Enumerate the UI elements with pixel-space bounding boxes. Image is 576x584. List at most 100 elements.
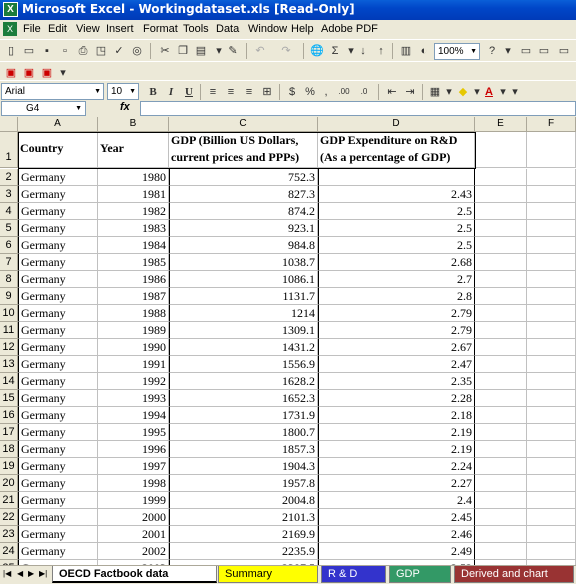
cell-gdp[interactable]: 752.3 <box>169 169 318 186</box>
cell[interactable] <box>527 271 576 288</box>
pdf-review-icon[interactable]: ▣ <box>39 65 55 81</box>
sheet-tab[interactable]: Derived and chart data <box>454 566 574 583</box>
cell[interactable] <box>527 288 576 305</box>
cell-rd[interactable]: 2.47 <box>318 356 475 373</box>
cell-country[interactable]: Germany <box>18 288 98 305</box>
cell-year[interactable]: 1983 <box>98 220 169 237</box>
row-header[interactable]: 19 <box>0 458 18 475</box>
cell-rd[interactable]: 2.35 <box>318 373 475 390</box>
row-header[interactable]: 23 <box>0 526 18 543</box>
row-header[interactable]: 1 <box>0 132 18 168</box>
cell-rd[interactable]: 2.7 <box>318 271 475 288</box>
row-header[interactable]: 12 <box>0 339 18 356</box>
cell[interactable] <box>527 407 576 424</box>
cell-country[interactable]: Germany <box>18 458 98 475</box>
cell-year[interactable]: 1982 <box>98 203 169 220</box>
row-header[interactable]: 6 <box>0 237 18 254</box>
column-header-a[interactable]: A <box>18 117 98 132</box>
copy-icon[interactable]: ❐ <box>175 43 191 59</box>
name-box[interactable]: G4 ▼ <box>1 101 86 116</box>
cell-country[interactable]: Germany <box>18 543 98 560</box>
cell-gdp[interactable]: 1957.8 <box>169 475 318 492</box>
cell[interactable] <box>475 390 527 407</box>
cell[interactable] <box>527 169 576 186</box>
cell[interactable] <box>475 526 527 543</box>
cell[interactable] <box>475 322 527 339</box>
cell-rd[interactable]: 2.4 <box>318 492 475 509</box>
cell-year[interactable]: 1990 <box>98 339 169 356</box>
cell[interactable] <box>527 475 576 492</box>
cell[interactable] <box>527 356 576 373</box>
cell[interactable] <box>475 186 527 203</box>
cell-country[interactable]: Germany <box>18 475 98 492</box>
row-header[interactable]: 18 <box>0 441 18 458</box>
cell-gdp[interactable]: 1556.9 <box>169 356 318 373</box>
cell-year[interactable]: 1996 <box>98 441 169 458</box>
row-header[interactable]: 24 <box>0 543 18 560</box>
align-left-icon[interactable]: ≡ <box>205 84 221 100</box>
cell[interactable] <box>527 373 576 390</box>
cell[interactable] <box>475 169 527 186</box>
row-header[interactable]: 17 <box>0 424 18 441</box>
cell-rd[interactable]: 2.8 <box>318 288 475 305</box>
header-country[interactable]: Country <box>18 132 98 168</box>
insert-function-icon[interactable]: fx <box>120 101 130 113</box>
cell-year[interactable]: 2001 <box>98 526 169 543</box>
row-header[interactable]: 5 <box>0 220 18 237</box>
cell-year[interactable]: 1980 <box>98 169 169 186</box>
cell-gdp[interactable]: 2169.9 <box>169 526 318 543</box>
row-header[interactable]: 9 <box>0 288 18 305</box>
row-header[interactable]: 15 <box>0 390 18 407</box>
font-name-combo[interactable]: Arial ▼ <box>1 83 104 100</box>
cell[interactable] <box>475 220 527 237</box>
cell-country[interactable]: Germany <box>18 339 98 356</box>
last-sheet-icon[interactable]: ▶| <box>39 569 47 578</box>
cell-year[interactable]: 2002 <box>98 543 169 560</box>
cell-gdp[interactable]: 1038.7 <box>169 254 318 271</box>
cell-rd[interactable]: 2.45 <box>318 509 475 526</box>
cell[interactable] <box>527 526 576 543</box>
cell-rd[interactable]: 2.28 <box>318 390 475 407</box>
redo-icon[interactable]: ↷ <box>278 43 294 59</box>
cell[interactable] <box>475 254 527 271</box>
cell[interactable] <box>527 203 576 220</box>
cell-country[interactable]: Germany <box>18 492 98 509</box>
cell[interactable] <box>475 373 527 390</box>
cell[interactable] <box>475 356 527 373</box>
menu-edit[interactable]: Edit <box>48 23 67 35</box>
folder-icon[interactable]: ▭ <box>556 43 572 59</box>
spreadsheet-grid[interactable]: A B C D E F 1 Country Year GDP (Billion … <box>0 117 576 565</box>
sheet-tab[interactable]: GDP Chart <box>389 566 451 583</box>
cell-rd[interactable]: 2.24 <box>318 458 475 475</box>
paste-icon[interactable]: ▤ <box>193 43 209 59</box>
cell-country[interactable]: Germany <box>18 509 98 526</box>
row-header[interactable]: 22 <box>0 509 18 526</box>
cell[interactable] <box>475 288 527 305</box>
menu-adobe-pdf[interactable]: Adobe PDF <box>321 23 378 35</box>
cell-rd[interactable]: 2.5 <box>318 220 475 237</box>
sheet-tab[interactable]: OECD Factbook data download <box>52 566 217 583</box>
cell-country[interactable]: Germany <box>18 526 98 543</box>
cell[interactable] <box>527 186 576 203</box>
cell-rd[interactable]: 2.5 <box>318 203 475 220</box>
cell-year[interactable]: 2000 <box>98 509 169 526</box>
undo-icon[interactable]: ↶ <box>252 43 268 59</box>
cell[interactable] <box>475 407 527 424</box>
decrease-indent-icon[interactable]: ⇤ <box>384 84 400 100</box>
comma-style-icon[interactable]: , <box>318 84 334 100</box>
font-size-combo[interactable]: 10 ▼ <box>107 83 139 100</box>
row-header[interactable]: 20 <box>0 475 18 492</box>
cell[interactable] <box>527 458 576 475</box>
cell[interactable] <box>475 424 527 441</box>
cell-rd[interactable]: 2.68 <box>318 254 475 271</box>
cell-rd[interactable]: 2.18 <box>318 407 475 424</box>
cell-gdp[interactable]: 1800.7 <box>169 424 318 441</box>
cell-gdp[interactable]: 1086.1 <box>169 271 318 288</box>
first-sheet-icon[interactable]: |◀ <box>3 569 11 578</box>
pdf-email-icon[interactable]: ▣ <box>21 65 37 81</box>
cell[interactable] <box>527 390 576 407</box>
cell-year[interactable]: 1991 <box>98 356 169 373</box>
menu-format[interactable]: Format <box>143 23 178 35</box>
cell-rd[interactable]: 2.27 <box>318 475 475 492</box>
underline-button[interactable]: U <box>181 84 197 100</box>
